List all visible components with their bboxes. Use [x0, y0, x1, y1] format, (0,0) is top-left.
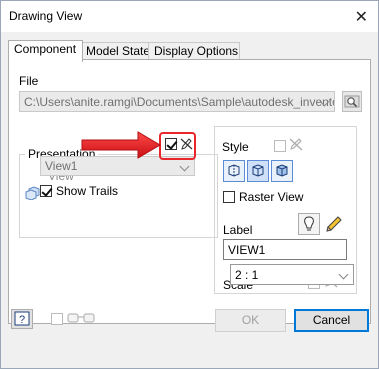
tab-component[interactable]: Component — [8, 40, 83, 62]
browse-file-button[interactable] — [342, 91, 362, 112]
label-heading: Label — [223, 223, 253, 237]
lightbulb-icon — [304, 216, 314, 231]
style-label: Style — [222, 140, 249, 154]
hidden-lines-removed-icon — [252, 164, 264, 177]
hidden-lines-icon — [228, 164, 240, 177]
close-icon[interactable]: ✕ — [355, 7, 368, 27]
raster-view-checkbox[interactable] — [223, 191, 235, 203]
chevron-down-icon — [338, 269, 349, 280]
label-input-value: VIEW1 — [228, 243, 266, 257]
pencil-slash-icon — [289, 136, 304, 155]
dialog-title: Drawing View — [9, 9, 83, 23]
shaded-icon — [276, 164, 288, 177]
glasses-icon — [66, 310, 98, 329]
cancel-button[interactable]: Cancel — [294, 309, 369, 332]
drawing-view-dialog: Drawing View ✕ Component Model State Dis… — [0, 0, 379, 369]
label-input[interactable]: VIEW1 — [223, 239, 347, 260]
label-text-button[interactable] — [298, 213, 320, 235]
style-checkbox[interactable] — [274, 140, 286, 152]
label-edit-button[interactable] — [323, 213, 345, 235]
pencil-icon — [326, 216, 342, 232]
svg-text:?: ? — [19, 314, 25, 326]
pencil-slash-icon — [180, 137, 193, 154]
help-icon: ? — [14, 311, 30, 326]
preview-checkbox[interactable] — [51, 313, 63, 325]
scale-select[interactable]: 2 : 1 — [230, 264, 354, 285]
file-label: File — [19, 74, 39, 88]
raster-view-label: Raster View — [239, 190, 304, 204]
style-hidden-lines-removed-button[interactable] — [247, 160, 269, 182]
scale-select-value: 2 : 1 — [235, 268, 259, 282]
show-trails-label: Show Trails — [56, 184, 119, 198]
presentation-visibility-checkbox[interactable] — [165, 138, 177, 150]
view-select-value: View1 — [45, 159, 78, 173]
search-icon — [344, 95, 360, 108]
file-path-text: C:\Users\anite.ramgi\Documents\Sample\au… — [24, 95, 335, 109]
style-hidden-lines-button[interactable] — [223, 160, 245, 182]
cube-icon — [25, 186, 41, 203]
annotation-arrow-icon — [81, 131, 161, 159]
title-bar: Drawing View ✕ — [1, 1, 378, 32]
chevron-down-icon — [179, 161, 190, 172]
show-trails-checkbox[interactable] — [40, 185, 52, 197]
ok-button[interactable]: OK — [215, 309, 286, 332]
style-shaded-button[interactable] — [271, 160, 293, 182]
file-path-field[interactable]: C:\Users\anite.ramgi\Documents\Sample\au… — [19, 91, 335, 112]
help-button[interactable]: ? — [11, 309, 33, 329]
